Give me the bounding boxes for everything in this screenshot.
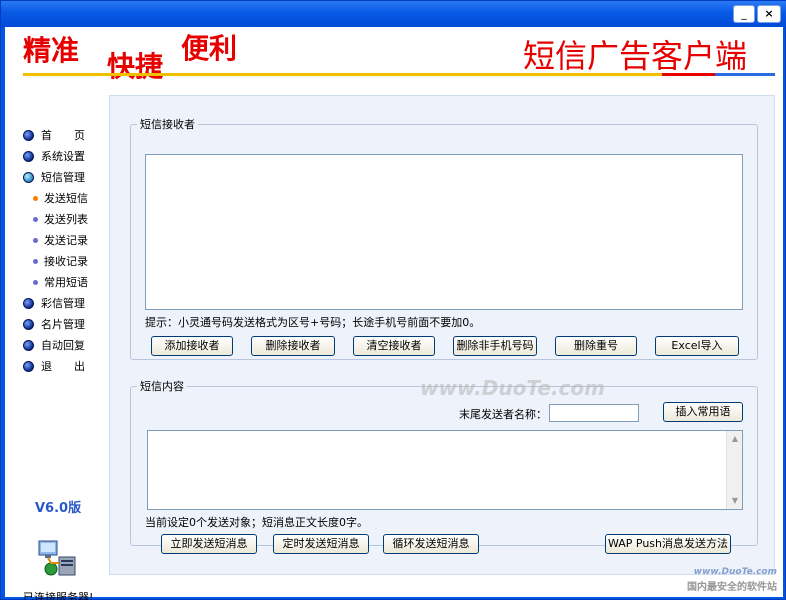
title-bar: _ × <box>1 1 786 27</box>
sidebar-item-label: 名片管理 <box>41 318 85 331</box>
sidebar-subitem-label: 发送列表 <box>44 213 88 226</box>
sidebar-subitem-common-phrases[interactable]: 常用短语 <box>23 272 101 293</box>
bullet-icon <box>23 319 34 330</box>
sidebar-nav: 首 页 系统设置 短信管理 发送短信 发送列表 发送记录 接收记录 常用短语 彩… <box>23 125 101 377</box>
delete-recipient-button[interactable]: 删除接收者 <box>251 336 335 356</box>
sidebar-item-exit[interactable]: 退 出 <box>23 356 101 377</box>
recipients-hint: 提示：小灵通号码发送格式为区号+号码；长途手机号前面不要加0。 <box>145 316 481 329</box>
recipients-legend: 短信接收者 <box>140 118 195 131</box>
sidebar-item-label: 自动回复 <box>41 339 85 352</box>
sidebar: 首 页 系统设置 短信管理 发送短信 发送列表 发送记录 接收记录 常用短语 彩… <box>5 87 105 600</box>
send-loop-button[interactable]: 循环发送短消息 <box>383 534 479 554</box>
wap-push-button[interactable]: WAP Push消息发送方法 <box>605 534 731 554</box>
sidebar-subitem-label: 接收记录 <box>44 255 88 268</box>
bullet-icon <box>23 130 34 141</box>
main-panel: 短信接收者 提示：小灵通号码发送格式为区号+号码；长途手机号前面不要加0。 添加… <box>109 95 775 575</box>
recipients-group: 短信接收者 提示：小灵通号码发送格式为区号+号码；长途手机号前面不要加0。 添加… <box>130 116 758 360</box>
sidebar-item-sms-management[interactable]: 短信管理 <box>23 167 101 188</box>
excel-import-button[interactable]: Excel导入 <box>655 336 739 356</box>
header-divider <box>23 73 775 76</box>
recipients-list[interactable] <box>145 154 743 310</box>
sidebar-item-label: 首 页 <box>41 129 85 142</box>
sidebar-item-mms-management[interactable]: 彩信管理 <box>23 293 101 314</box>
sidebar-subitem-receive-records[interactable]: 接收记录 <box>23 251 101 272</box>
scroll-down-icon[interactable]: ▼ <box>727 493 743 509</box>
sidebar-item-label: 短信管理 <box>41 171 85 184</box>
sender-name-label: 末尾发送者名称： <box>459 408 547 421</box>
sidebar-subitem-label: 发送短信 <box>44 192 88 205</box>
sidebar-item-label: 退 出 <box>41 360 85 373</box>
corner-watermark-url: www.DuoTe.com <box>693 567 777 577</box>
center-watermark: www.DuoTe.com <box>420 376 605 400</box>
header-banner: 精准 快捷 便利 短信广告客户端 <box>5 27 783 87</box>
send-timed-button[interactable]: 定时发送短消息 <box>273 534 369 554</box>
dot-icon <box>33 217 38 222</box>
sidebar-item-card-management[interactable]: 名片管理 <box>23 314 101 335</box>
server-status: 已连接服务器! <box>23 591 94 600</box>
close-button[interactable]: × <box>757 5 781 23</box>
client-area: 精准 快捷 便利 短信广告客户端 首 页 系统设置 短信管理 发送短信 发送列表… <box>5 27 783 600</box>
corner-watermark-text: 国内最安全的软件站 <box>687 582 777 593</box>
message-textarea[interactable]: ▲ ▼ <box>147 430 743 510</box>
bullet-icon <box>23 361 34 372</box>
bullet-icon <box>23 340 34 351</box>
clear-recipients-button[interactable]: 清空接收者 <box>353 336 435 356</box>
app-window: _ × 精准 快捷 便利 短信广告客户端 首 页 系统设置 短信管理 发送短信 … <box>0 0 786 600</box>
slogan-fast: 快捷 <box>107 50 164 83</box>
sidebar-subitem-send-records[interactable]: 发送记录 <box>23 230 101 251</box>
sidebar-item-label: 系统设置 <box>41 150 85 163</box>
sidebar-item-home[interactable]: 首 页 <box>23 125 101 146</box>
bullet-open-icon <box>23 172 34 183</box>
network-server-icon <box>38 540 76 576</box>
scroll-up-icon[interactable]: ▲ <box>727 431 743 447</box>
sidebar-subitem-label: 常用短语 <box>44 276 88 289</box>
app-title: 短信广告客户端 <box>522 37 747 75</box>
send-now-button[interactable]: 立即发送短消息 <box>161 534 257 554</box>
version-label: V6.0版 <box>35 501 82 516</box>
slogan-accurate: 精准 <box>23 34 80 67</box>
sidebar-item-label: 彩信管理 <box>41 297 85 310</box>
dot-icon <box>33 280 38 285</box>
sidebar-subitem-send-list[interactable]: 发送列表 <box>23 209 101 230</box>
delete-non-mobile-button[interactable]: 删除非手机号码 <box>453 336 537 356</box>
minimize-button[interactable]: _ <box>733 5 755 23</box>
sidebar-item-auto-reply[interactable]: 自动回复 <box>23 335 101 356</box>
slogan-convenient: 便利 <box>181 32 238 65</box>
message-content-group: 短信内容 末尾发送者名称： 插入常用语 ▲ ▼ 当前设定0个发送对象；短消息正文… <box>130 378 758 554</box>
sidebar-item-system-settings[interactable]: 系统设置 <box>23 146 101 167</box>
message-scrollbar[interactable]: ▲ ▼ <box>726 431 742 509</box>
sidebar-subitem-send-sms[interactable]: 发送短信 <box>23 188 101 209</box>
delete-duplicates-button[interactable]: 删除重号 <box>555 336 637 356</box>
message-status: 当前设定0个发送对象；短消息正文长度0字。 <box>145 516 368 529</box>
sender-name-input[interactable] <box>549 404 639 422</box>
message-legend: 短信内容 <box>140 380 184 393</box>
sidebar-subitem-label: 发送记录 <box>44 234 88 247</box>
insert-phrase-button[interactable]: 插入常用语 <box>663 402 743 422</box>
dot-icon <box>33 259 38 264</box>
bullet-icon <box>23 298 34 309</box>
add-recipient-button[interactable]: 添加接收者 <box>151 336 233 356</box>
dot-icon <box>33 196 38 201</box>
bullet-icon <box>23 151 34 162</box>
dot-icon <box>33 238 38 243</box>
